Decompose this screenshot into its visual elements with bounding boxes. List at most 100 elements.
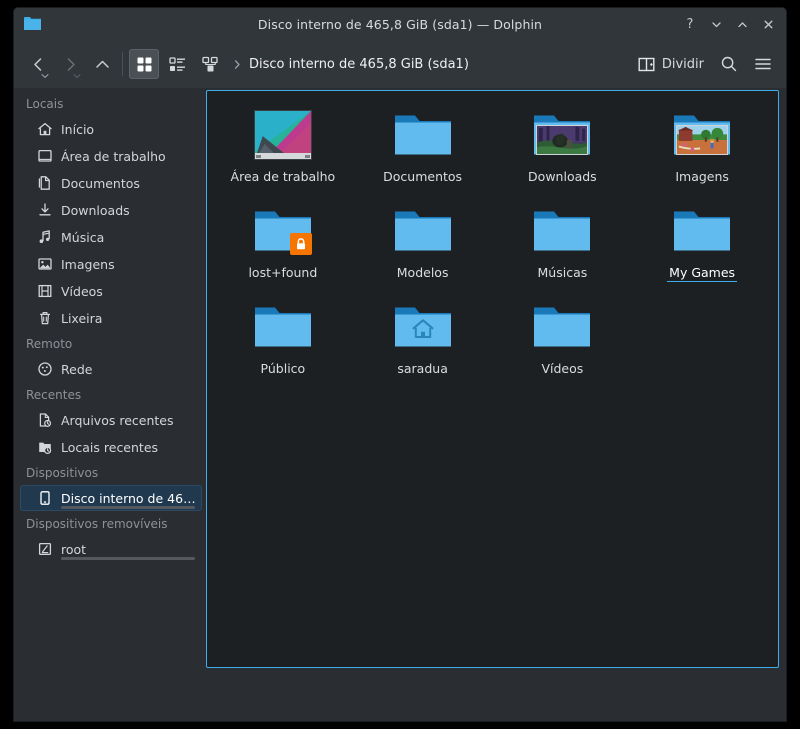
sidebar-item-videos[interactable]: Vídeos xyxy=(20,278,202,304)
sidebar-section-header: Recentes xyxy=(26,388,82,402)
hamburger-menu-icon xyxy=(755,58,771,70)
file-item[interactable]: My Games xyxy=(632,195,772,289)
hard-drive-icon xyxy=(36,490,53,507)
file-item[interactable]: saradua xyxy=(353,291,493,385)
folder-thumbnail xyxy=(386,105,460,165)
sidebar-item-rede[interactable]: Rede xyxy=(20,356,202,382)
breadcrumb[interactable]: Disco interno de 465,8 GiB (sda1) xyxy=(249,57,469,72)
folder-thumbnail xyxy=(665,201,739,261)
file-item[interactable]: Vídeos xyxy=(493,291,633,385)
folder-thumbnail xyxy=(386,201,460,261)
file-item[interactable]: Downloads xyxy=(493,99,633,193)
removable-drive-icon xyxy=(36,541,53,558)
sidebar-item-label: Música xyxy=(61,229,105,245)
wallpaper-preview-thumbnail xyxy=(246,105,320,165)
file-item-label: Público xyxy=(260,361,306,376)
folder-icon xyxy=(394,115,451,155)
menu-button[interactable] xyxy=(748,49,778,79)
capacity-bar xyxy=(61,557,195,560)
sidebar-item-root[interactable]: root xyxy=(20,536,202,562)
sidebar-item-imagens[interactable]: Imagens xyxy=(20,251,202,277)
file-item[interactable]: Modelos xyxy=(353,195,493,289)
maximize-button[interactable] xyxy=(730,12,754,36)
lock-icon xyxy=(296,238,305,250)
sidebar-item-label: root xyxy=(61,541,87,557)
file-item[interactable]: Área de trabalho xyxy=(213,99,353,193)
window-title: Disco interno de 465,8 GiB (sda1) — Dolp… xyxy=(257,16,543,32)
sidebar-item-label: Arquivos recentes xyxy=(61,412,174,428)
file-item-label: My Games xyxy=(667,265,738,282)
help-button[interactable]: ? xyxy=(678,12,702,36)
minimize-button[interactable] xyxy=(704,12,728,36)
home-icon xyxy=(412,319,434,338)
network-icon xyxy=(36,361,53,378)
sidebar-item-locais-recentes[interactable]: Locais recentes xyxy=(20,434,202,460)
file-item[interactable]: Músicas xyxy=(493,195,633,289)
sidebar-item-label: Documentos xyxy=(61,175,140,191)
sidebar-item-label: Vídeos xyxy=(61,283,103,299)
view-mode-icons-button[interactable] xyxy=(129,49,159,79)
trash-icon xyxy=(36,310,53,327)
breadcrumb-separator-icon xyxy=(232,59,243,70)
maximize-icon xyxy=(737,21,747,27)
file-item-label: Vídeos xyxy=(541,361,584,376)
file-item[interactable]: Documentos xyxy=(353,99,493,193)
sidebar-section-header: Remoto xyxy=(26,337,73,351)
sidebar-item-arquivos-recentes[interactable]: Arquivos recentes xyxy=(20,407,202,433)
folder-icon xyxy=(254,307,311,347)
split-view-icon xyxy=(638,57,655,71)
file-item[interactable]: lost+found xyxy=(213,195,353,289)
places-sidebar: Locais Início Área de trabalho Documento… xyxy=(14,88,206,721)
file-item-label: saradua xyxy=(397,361,448,376)
sidebar-item-documentos[interactable]: Documentos xyxy=(20,170,202,196)
wallpaper-taskbar xyxy=(254,153,311,159)
folder-icon xyxy=(534,211,591,251)
file-item-label: Imagens xyxy=(675,169,729,184)
view-details-icon xyxy=(201,56,218,71)
up-button[interactable] xyxy=(86,48,118,80)
file-view-container: Área de trabalho Documentos Downloads Im… xyxy=(206,88,786,721)
back-history-caret-icon xyxy=(41,74,49,79)
close-icon xyxy=(764,20,772,28)
view-mode-compact-button[interactable] xyxy=(162,49,192,79)
sidebar-item-area-de-trabalho[interactable]: Área de trabalho xyxy=(20,143,202,169)
sidebar-section-header: Dispositivos xyxy=(26,466,99,480)
back-button[interactable] xyxy=(22,48,54,80)
sidebar-item-inicio[interactable]: Início xyxy=(20,116,202,142)
file-view[interactable]: Área de trabalho Documentos Downloads Im… xyxy=(206,90,779,668)
sidebar-item-musica[interactable]: Música xyxy=(20,224,202,250)
file-item-label: Área de trabalho xyxy=(230,169,336,184)
sidebar-item-lixeira[interactable]: Lixeira xyxy=(20,305,202,331)
capacity-bar xyxy=(61,506,195,509)
sidebar-section-header: Dispositivos removíveis xyxy=(26,517,168,531)
sidebar-item-downloads[interactable]: Downloads xyxy=(20,197,202,223)
split-view-button[interactable]: Dividir xyxy=(632,52,710,77)
forward-button[interactable] xyxy=(54,48,86,80)
minimize-icon xyxy=(711,21,721,27)
sidebar-item-label: Lixeira xyxy=(61,310,103,326)
image-icon xyxy=(36,256,53,273)
folder-thumbnail xyxy=(386,297,460,357)
title-bar: Disco interno de 465,8 GiB (sda1) — Dolp… xyxy=(14,8,786,40)
desktop-wallpaper-preview xyxy=(253,110,312,160)
folder-thumbnail xyxy=(525,297,599,357)
film-icon xyxy=(36,283,53,300)
toolbar-divider xyxy=(122,52,123,76)
folder-thumbnail xyxy=(525,201,599,261)
file-item[interactable]: Imagens xyxy=(632,99,772,193)
music-note-icon xyxy=(36,229,53,246)
folder-preview-image xyxy=(676,125,729,155)
file-item[interactable]: Público xyxy=(213,291,353,385)
search-button[interactable] xyxy=(714,49,744,79)
sidebar-item-label: Início xyxy=(61,121,95,137)
sidebar-item-disco-interno[interactable]: Disco interno de 465,8 ... xyxy=(20,485,202,511)
sidebar-item-label: Imagens xyxy=(61,256,115,272)
home-badge xyxy=(408,314,438,344)
view-mode-details-button[interactable] xyxy=(195,49,225,79)
view-compact-icon xyxy=(168,56,185,71)
sidebar-section-header: Locais xyxy=(26,97,64,111)
main-toolbar: Disco interno de 465,8 GiB (sda1) Dividi… xyxy=(14,40,786,88)
split-view-label: Dividir xyxy=(661,56,704,72)
file-grid: Área de trabalho Documentos Downloads Im… xyxy=(213,99,772,385)
close-button[interactable] xyxy=(756,12,780,36)
